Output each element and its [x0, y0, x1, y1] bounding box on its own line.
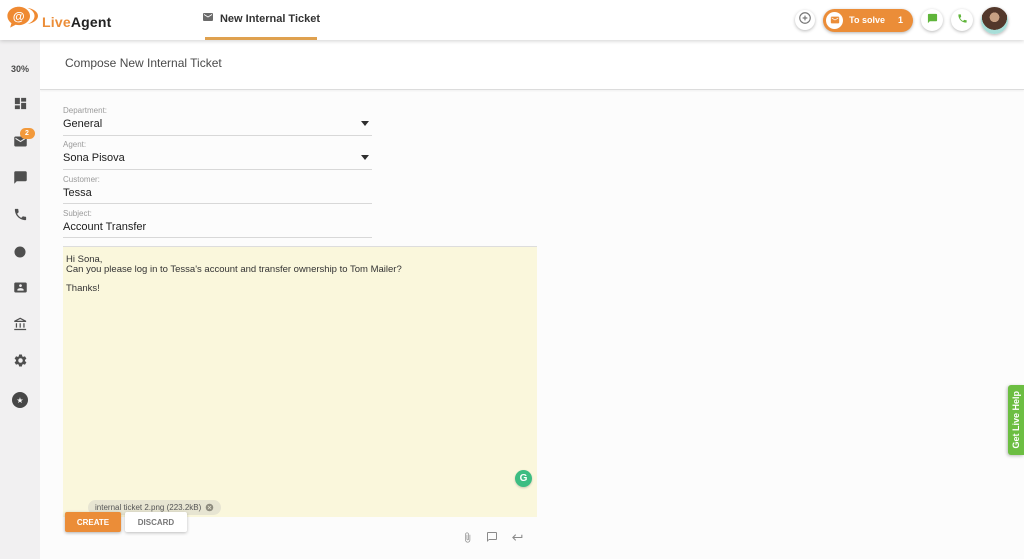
department-value: General [63, 118, 372, 130]
remove-attachment-icon[interactable] [205, 503, 214, 512]
message-line: Can you please log in to Tessa's account… [66, 265, 534, 275]
chat-bubble-icon [13, 170, 28, 190]
svg-text:@: @ [13, 9, 25, 23]
phone-button[interactable] [951, 9, 973, 31]
sidebar-item-billing[interactable] [0, 315, 40, 339]
app-root: @ LiveAgent New Internal Ticket To solve [0, 0, 1024, 559]
sidebar-item-dashboard[interactable] [0, 94, 40, 118]
app-header: @ LiveAgent New Internal Ticket To solve [0, 0, 1024, 40]
create-button[interactable]: CREATE [65, 512, 121, 532]
canned-message-button[interactable] [485, 530, 499, 544]
header-actions: To solve 1 [795, 0, 1008, 40]
message-body-editor[interactable]: Hi Sona, Can you please log in to Tessa'… [63, 246, 537, 517]
mail-icon: 2 [13, 134, 28, 154]
sidebar-item-chats[interactable] [0, 168, 40, 192]
sidebar-item-customers[interactable] [0, 278, 40, 302]
to-solve-mail-icon [826, 12, 843, 29]
tab-label: New Internal Ticket [220, 13, 320, 25]
contact-card-icon [13, 280, 28, 300]
department-select[interactable]: Department: General [63, 106, 372, 136]
phone-icon [957, 11, 968, 29]
add-button[interactable] [795, 10, 815, 30]
to-solve-button[interactable]: To solve 1 [823, 9, 913, 32]
sidebar-item-settings[interactable] [0, 351, 40, 375]
dashboard-icon [13, 96, 28, 116]
bank-icon [13, 317, 28, 337]
sidebar-item-tickets[interactable]: 2 [0, 132, 40, 156]
message-line: Thanks! [66, 284, 534, 294]
to-solve-count: 1 [898, 15, 903, 25]
discard-button[interactable]: DISCARD [125, 512, 187, 532]
sidebar-item-addons[interactable]: ★ [0, 388, 40, 412]
attach-file-button[interactable] [460, 530, 474, 544]
phone-icon [13, 207, 28, 227]
attachment-name: internal ticket 2.png (223.2kB) [95, 503, 201, 512]
liveagent-logo: @ LiveAgent [6, 4, 112, 39]
sidebar-item-calls[interactable] [0, 205, 40, 229]
get-live-help-button[interactable]: Get Live Help [1008, 385, 1024, 455]
main-content: Compose New Internal Ticket Department: … [40, 40, 1024, 559]
liveagent-wordmark: LiveAgent [42, 14, 112, 30]
mail-icon [202, 10, 214, 28]
subject-label: Subject: [63, 209, 372, 218]
usage-indicator: 30% [0, 64, 40, 74]
subject-input[interactable] [63, 221, 372, 233]
title-bar: Compose New Internal Ticket [40, 40, 1024, 90]
chat-button[interactable] [921, 9, 943, 31]
user-avatar[interactable] [981, 7, 1008, 34]
liveagent-bubble-icon: @ [6, 4, 38, 39]
grammarly-icon[interactable]: G [515, 470, 532, 487]
chevron-down-icon [361, 155, 369, 160]
gear-icon [13, 353, 28, 373]
sidebar-item-online-visitors[interactable] [0, 242, 40, 266]
tickets-badge: 2 [20, 128, 35, 139]
get-live-help-label: Get Live Help [1011, 391, 1021, 449]
ring-icon [13, 245, 27, 264]
star-circle-icon: ★ [12, 392, 28, 408]
department-label: Department: [63, 106, 372, 115]
sidebar: 30% 2 [0, 40, 40, 559]
chat-icon [927, 11, 938, 29]
page-title: Compose New Internal Ticket [65, 56, 222, 70]
insert-reply-icon[interactable] [510, 530, 524, 544]
agent-value: Sona Pisova [63, 152, 372, 164]
to-solve-label: To solve [849, 15, 885, 25]
chevron-down-icon [361, 121, 369, 126]
customer-field: Customer: [63, 175, 372, 204]
agent-label: Agent: [63, 140, 372, 149]
tab-new-internal-ticket[interactable]: New Internal Ticket [205, 0, 317, 40]
editor-toolbar [460, 530, 524, 544]
plus-circle-icon [798, 11, 812, 30]
agent-select[interactable]: Agent: Sona Pisova [63, 140, 372, 170]
customer-label: Customer: [63, 175, 372, 184]
customer-input[interactable] [63, 187, 372, 199]
subject-field: Subject: [63, 209, 372, 238]
